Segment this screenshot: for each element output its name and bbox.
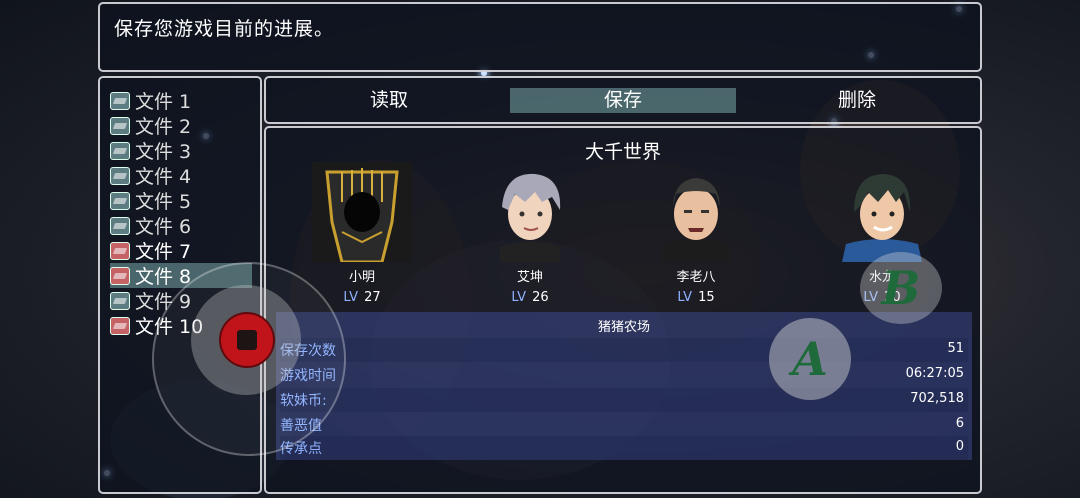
stat-value: 702,518 xyxy=(910,391,964,406)
lv-value: 15 xyxy=(698,290,715,305)
file-slot-1[interactable]: 文件 1 xyxy=(110,88,252,113)
file-slot-label: 文件 2 xyxy=(135,116,192,138)
file-slot-label: 文件 3 xyxy=(135,141,192,163)
file-slot-label: 文件 8 xyxy=(135,266,192,288)
help-window: 保存您游戏目前的进展。 xyxy=(98,2,982,72)
world-title: 大千世界 xyxy=(584,141,661,163)
stat-value: 51 xyxy=(947,341,964,356)
stat-row: 游戏时间 06:27:05 xyxy=(280,363,968,387)
save-file-icon xyxy=(110,266,130,285)
a-button-label: A xyxy=(792,332,828,386)
stat-value: 06:27:05 xyxy=(905,366,964,381)
save-file-icon xyxy=(110,91,130,110)
lv-value: 27 xyxy=(364,290,381,305)
b-button[interactable]: B xyxy=(860,252,942,324)
lv-tag: LV xyxy=(677,290,693,305)
lv-tag: LV xyxy=(511,290,527,305)
save-file-icon xyxy=(110,291,130,310)
file-slot-2[interactable]: 文件 2 xyxy=(110,113,252,138)
save-command-label: 保存 xyxy=(603,89,642,111)
file-slot-6[interactable]: 文件 6 xyxy=(110,213,252,238)
save-details-panel: 猪猪农场 保存次数 51 游戏时间 06:27:05 软妹币: 702,518 … xyxy=(276,312,972,460)
file-slot-label: 文件 7 xyxy=(135,241,192,263)
a-button[interactable]: A xyxy=(769,318,851,400)
delete-command[interactable]: 删除 xyxy=(744,88,970,113)
save-command[interactable]: 保存 xyxy=(510,88,736,113)
file-slot-5[interactable]: 文件 5 xyxy=(110,188,252,213)
load-command[interactable]: 读取 xyxy=(276,88,502,113)
save-file-icon xyxy=(110,166,130,185)
green-hair-man-portrait-icon xyxy=(842,174,922,262)
file-slot-7[interactable]: 文件 7 xyxy=(110,238,252,263)
actor-name: 李老八 xyxy=(676,270,716,285)
load-command-label: 读取 xyxy=(369,89,408,111)
stat-value: 0 xyxy=(955,439,964,454)
stat-row: 软妹币: 702,518 xyxy=(280,388,968,412)
actor-name: 艾坤 xyxy=(516,270,543,285)
file-slot-3[interactable]: 文件 3 xyxy=(110,138,252,163)
delete-command-label: 删除 xyxy=(837,89,876,111)
save-file-icon xyxy=(110,191,130,210)
help-text: 保存您游戏目前的进展。 xyxy=(114,18,335,40)
buzzcut-man-portrait-icon xyxy=(661,178,731,262)
save-file-icon xyxy=(110,141,130,160)
file-slot-label: 文件 5 xyxy=(135,191,192,213)
actor-level: LV 15 xyxy=(636,290,756,305)
save-file-icon xyxy=(110,116,130,135)
save-file-icon xyxy=(110,216,130,235)
save-file-icon xyxy=(110,241,130,260)
file-slot-label: 文件 6 xyxy=(135,216,192,238)
actor-level: LV 26 xyxy=(470,290,590,305)
b-button-label: B xyxy=(881,261,921,315)
stat-row: 传承点 0 xyxy=(280,436,968,460)
actor-name: 小明 xyxy=(348,270,375,285)
silver-hair-boy-portrait-icon xyxy=(500,173,561,262)
file-slot-label: 文件 1 xyxy=(135,91,192,113)
lv-tag: LV xyxy=(343,290,359,305)
stat-value: 6 xyxy=(955,416,964,431)
lv-value: 26 xyxy=(532,290,549,305)
file-slot-label: 文件 4 xyxy=(135,166,192,188)
save-file-icon xyxy=(110,316,130,335)
stat-row: 善恶值 6 xyxy=(280,413,968,437)
command-window: 读取 保存 删除 xyxy=(264,76,982,124)
stat-row: 保存次数 51 xyxy=(280,338,968,362)
hooded-figure-portrait-icon xyxy=(312,162,412,262)
file-slot-4[interactable]: 文件 4 xyxy=(110,163,252,188)
joystick-knob[interactable] xyxy=(219,312,275,368)
